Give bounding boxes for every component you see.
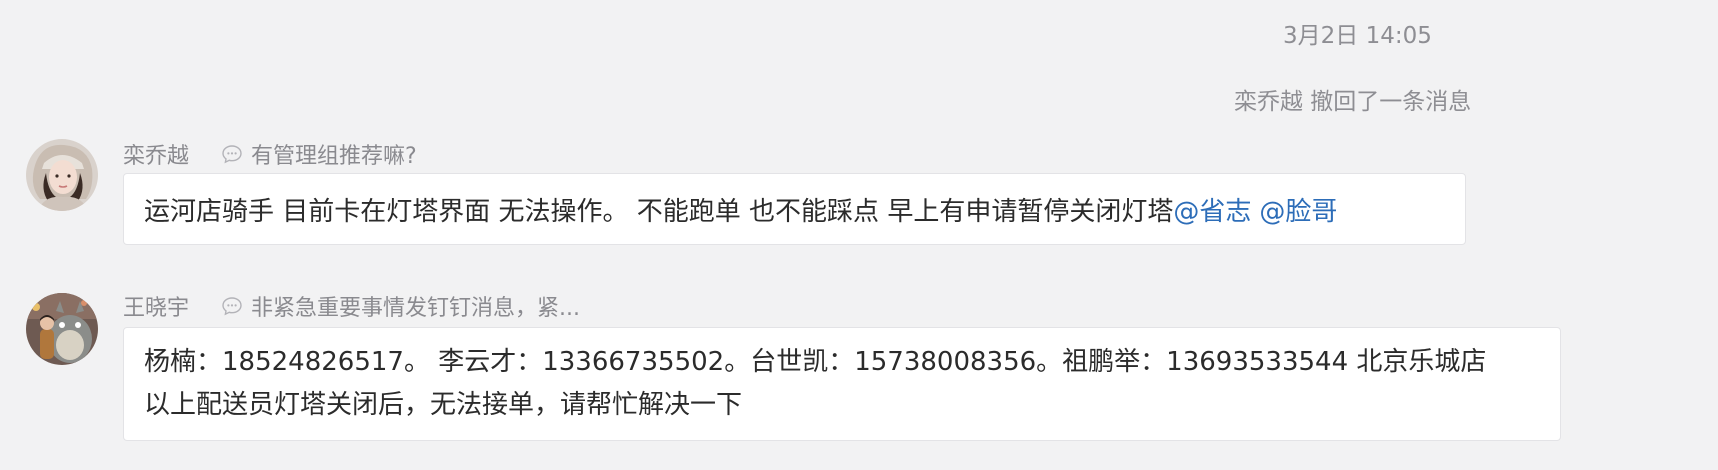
sender-name[interactable]: 栾乔越 xyxy=(123,138,189,170)
reply-reference[interactable]: 有管理组推荐嘛? xyxy=(221,138,417,170)
mention-link[interactable]: @省志 xyxy=(1173,191,1251,228)
message-timestamp: 3月2日 14:05 xyxy=(1283,23,1432,49)
speech-bubble-icon xyxy=(222,145,242,164)
speech-bubble-icon xyxy=(222,297,242,316)
reply-preview: 有管理组推荐嘛? xyxy=(251,144,417,169)
sender-name[interactable]: 王晓宇 xyxy=(123,290,189,322)
message-header: 王晓宇 非紧急重要事情发钉钉消息，紧... xyxy=(123,291,580,321)
avatar[interactable] xyxy=(26,293,98,365)
recall-notice: 栾乔越 撤回了一条消息 xyxy=(1234,89,1472,115)
mention-link[interactable]: @脸哥 xyxy=(1259,191,1337,228)
avatar[interactable] xyxy=(26,139,98,211)
message-text: 运河店骑手 目前卡在灯塔界面 无法操作。 不能跑单 也不能踩点 早上有申请暂停关… xyxy=(144,196,1174,227)
message-text-line: 以上配送员灯塔关闭后，无法接单，请帮忙解决一下 xyxy=(144,390,743,420)
message-header: 栾乔越 有管理组推荐嘛? xyxy=(123,139,417,169)
message-bubble[interactable]: 运河店骑手 目前卡在灯塔界面 无法操作。 不能跑单 也不能踩点 早上有申请暂停关… xyxy=(123,173,1466,245)
reply-preview: 非紧急重要事情发钉钉消息，紧... xyxy=(251,296,580,321)
message-bubble[interactable]: 杨楠：18524826517。 李云才：13366735502。台世凯：1573… xyxy=(123,327,1561,441)
reply-reference[interactable]: 非紧急重要事情发钉钉消息，紧... xyxy=(221,290,580,322)
message-text-line: 杨楠：18524826517。 李云才：13366735502。台世凯：1573… xyxy=(144,347,1487,377)
